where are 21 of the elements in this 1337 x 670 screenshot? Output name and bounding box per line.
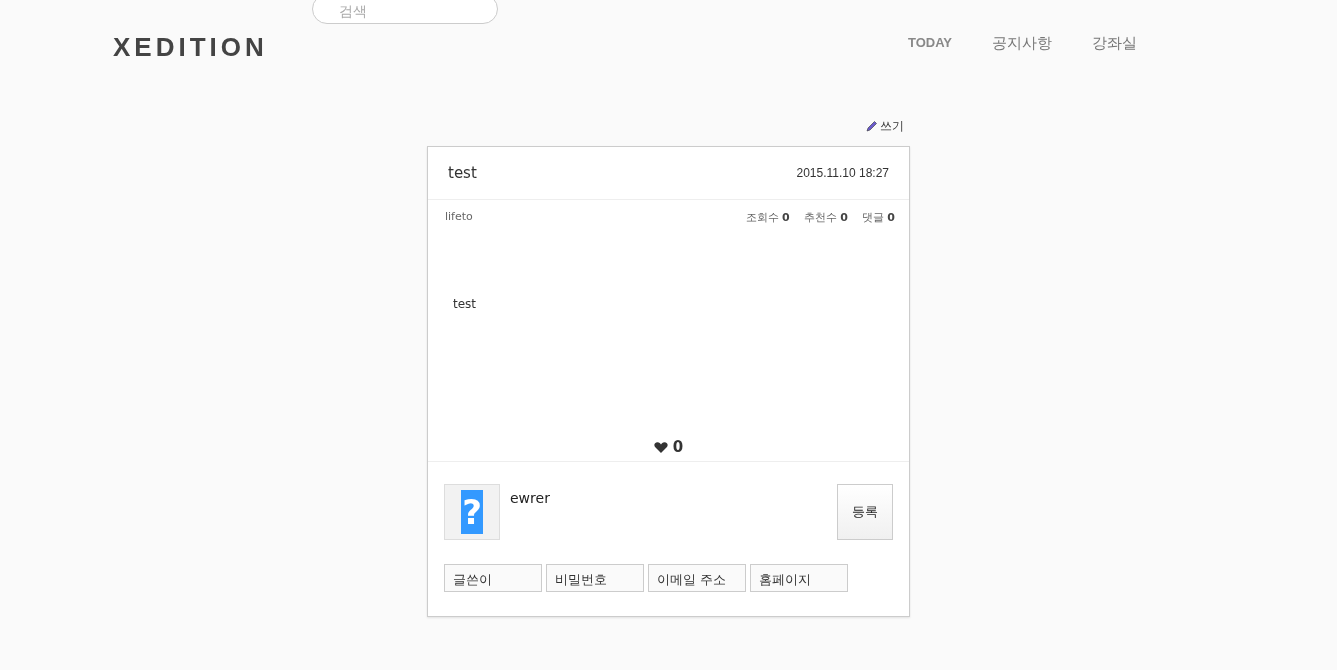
input-field[interactable]: 글쓴이 bbox=[444, 564, 542, 592]
write-link[interactable]: 쓰기 bbox=[866, 116, 904, 136]
input-field[interactable]: 비밀번호 bbox=[546, 564, 644, 592]
site-logo[interactable]: XEDITION bbox=[113, 32, 268, 63]
input-field[interactable]: 이메일 주소 bbox=[648, 564, 746, 592]
post-stat: 추천수 0 bbox=[803, 209, 848, 225]
search-field[interactable]: 검색 bbox=[311, 0, 498, 24]
post-date: 2015.11.10 18:27 bbox=[796, 165, 889, 180]
nav-link[interactable]: 공지사항 bbox=[992, 34, 1052, 52]
post-author: lifeto bbox=[445, 209, 473, 225]
post-title: test bbox=[448, 163, 477, 182]
input-field[interactable]: 홈페이지 bbox=[750, 564, 848, 592]
post-stat: 댓글 0 bbox=[861, 209, 895, 225]
post-stat: 조회수 0 bbox=[745, 209, 790, 225]
like-count: 0 bbox=[672, 437, 684, 456]
pencil-icon bbox=[866, 120, 878, 132]
question-mark: ? bbox=[461, 490, 483, 534]
heart-icon bbox=[653, 440, 668, 453]
post-body: test bbox=[453, 296, 477, 311]
submit-button[interactable]: 등록 bbox=[837, 484, 893, 540]
nav-link[interactable]: 강좌실 bbox=[1092, 34, 1137, 52]
